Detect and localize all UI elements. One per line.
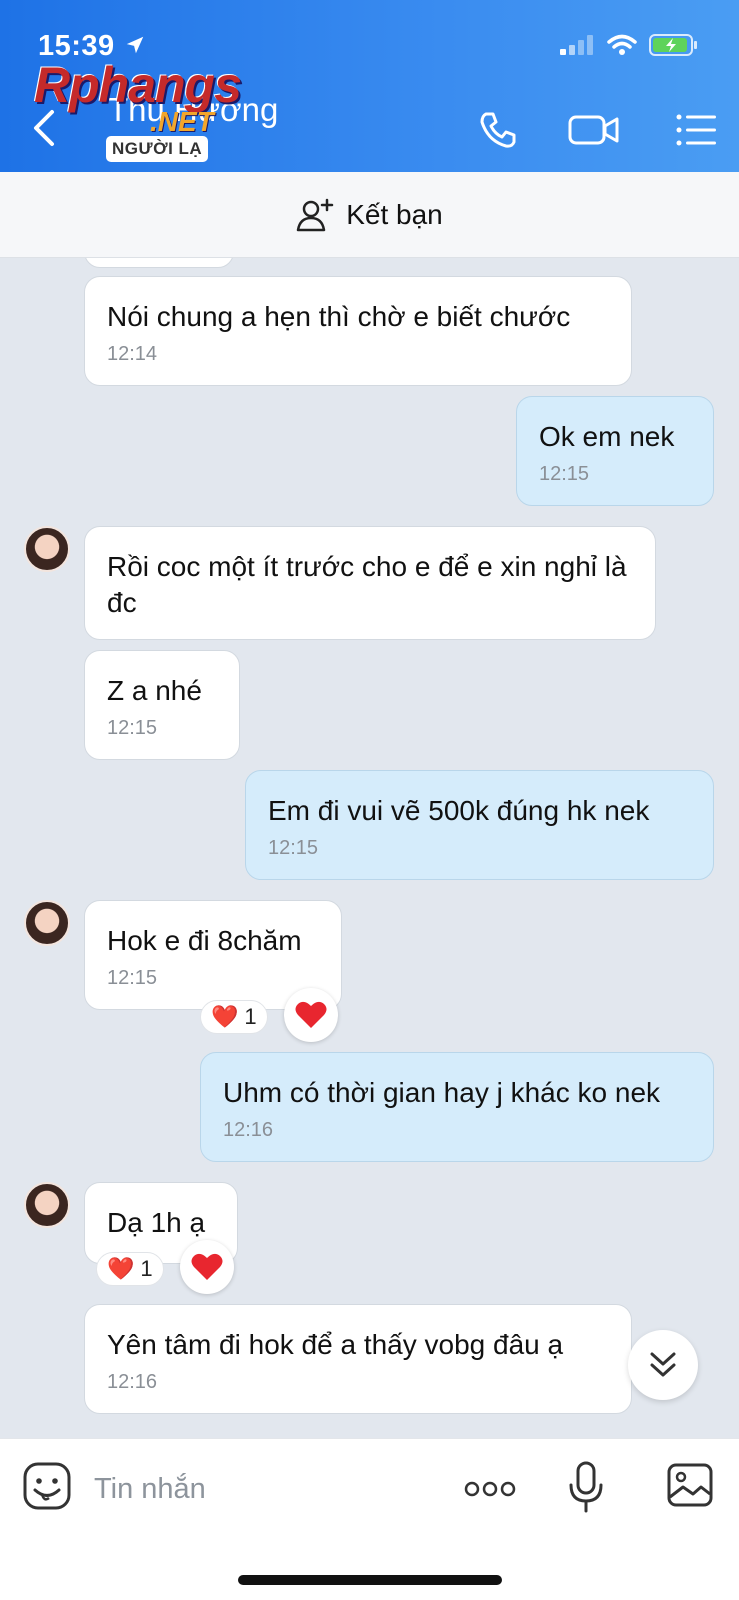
menu-list-button[interactable] <box>674 108 718 152</box>
sticker-icon[interactable] <box>22 1461 72 1511</box>
chat-messages[interactable]: Nói chung a hẹn thì chờ e biết chước 12:… <box>0 258 739 1438</box>
message-bubble-outgoing[interactable]: Em đi vui vẽ 500k đúng hk nek 12:15 <box>245 770 714 880</box>
message-time: 12:15 <box>268 837 319 859</box>
reaction-count: 1 <box>140 1256 153 1281</box>
message-time: 12:14 <box>107 343 158 365</box>
message-time: 12:15 <box>107 717 158 739</box>
heart-icon <box>191 1253 223 1280</box>
message-text: Dạ 1h ạ <box>107 1207 206 1238</box>
chat-header: 15:39 Thu Hương Rphangs .NET NGƯỜI LẠ <box>0 0 739 172</box>
react-heart-button[interactable] <box>180 1240 234 1294</box>
message-bubble-incoming[interactable]: Z a nhé 12:15 <box>84 650 240 760</box>
message-input-bar: Tin nhắn <box>0 1438 739 1600</box>
message-bubble-incoming[interactable]: Nói chung a hẹn thì chờ e biết chước 12:… <box>84 276 632 386</box>
heart-icon: ❤️ <box>211 1004 239 1029</box>
message-bubble-incoming[interactable]: Rồi coc một ít trước cho e để e xin nghỉ… <box>84 526 656 640</box>
add-friend-bar[interactable]: Kết bạn <box>0 172 739 258</box>
contact-avatar[interactable] <box>24 1182 70 1228</box>
message-text: Hok e đi 8chăm <box>107 925 302 956</box>
message-text: Rồi coc một ít trước cho e để e xin nghỉ… <box>107 551 627 618</box>
stranger-badge: NGƯỜI LẠ <box>106 136 209 162</box>
signal-icon <box>560 35 593 55</box>
double-chevron-down-icon <box>650 1352 676 1377</box>
location-arrow-icon <box>126 36 144 54</box>
phone-call-button[interactable] <box>476 108 520 152</box>
message-time: 12:16 <box>107 1371 158 1393</box>
message-bubble-incoming[interactable]: Yên tâm đi hok để a thấy vobg đâu ạ 12:1… <box>84 1304 632 1414</box>
add-friend-label: Kết bạn <box>346 198 443 230</box>
message-bubble-outgoing[interactable]: Ok em nek 12:15 <box>516 396 714 506</box>
message-text: Z a nhé <box>107 675 202 706</box>
microphone-icon[interactable] <box>568 1461 604 1513</box>
message-text: Yên tâm đi hok để a thấy vobg đâu ạ <box>107 1329 564 1360</box>
heart-icon: ❤️ <box>107 1256 135 1281</box>
message-time: 12:15 <box>107 967 158 989</box>
contact-avatar[interactable] <box>24 526 70 572</box>
scroll-to-bottom-button[interactable] <box>628 1330 698 1400</box>
heart-icon <box>295 1001 327 1028</box>
message-text: Em đi vui vẽ 500k đúng hk nek <box>268 795 650 826</box>
react-heart-button[interactable] <box>284 988 338 1042</box>
contact-avatar[interactable] <box>24 900 70 946</box>
wifi-icon <box>607 34 637 55</box>
message-input[interactable]: Tin nhắn <box>94 1473 206 1506</box>
message-text: Uhm có thời gian hay j khác ko nek <box>223 1077 661 1108</box>
video-call-button[interactable] <box>568 108 620 152</box>
reaction-summary[interactable]: ❤️ 1 <box>96 1252 164 1286</box>
add-friend-icon <box>296 198 334 231</box>
home-indicator <box>238 1575 502 1585</box>
watermark-logo-sub: .NET <box>150 106 214 137</box>
message-bubble-partial[interactable] <box>84 258 234 268</box>
reaction-count: 1 <box>244 1004 257 1029</box>
status-icons <box>559 33 699 57</box>
reaction-summary[interactable]: ❤️ 1 <box>200 1000 268 1034</box>
message-text: Ok em nek <box>539 421 675 452</box>
message-time: 12:16 <box>223 1119 274 1141</box>
back-button[interactable] <box>28 108 60 148</box>
battery-icon <box>649 34 697 56</box>
message-text: Nói chung a hẹn thì chờ e biết chước <box>107 301 571 332</box>
message-time: 12:15 <box>539 463 590 485</box>
message-bubble-outgoing[interactable]: Uhm có thời gian hay j khác ko nek 12:16 <box>200 1052 714 1162</box>
image-gallery-icon[interactable] <box>666 1461 714 1509</box>
more-options-icon[interactable] <box>464 1481 516 1497</box>
